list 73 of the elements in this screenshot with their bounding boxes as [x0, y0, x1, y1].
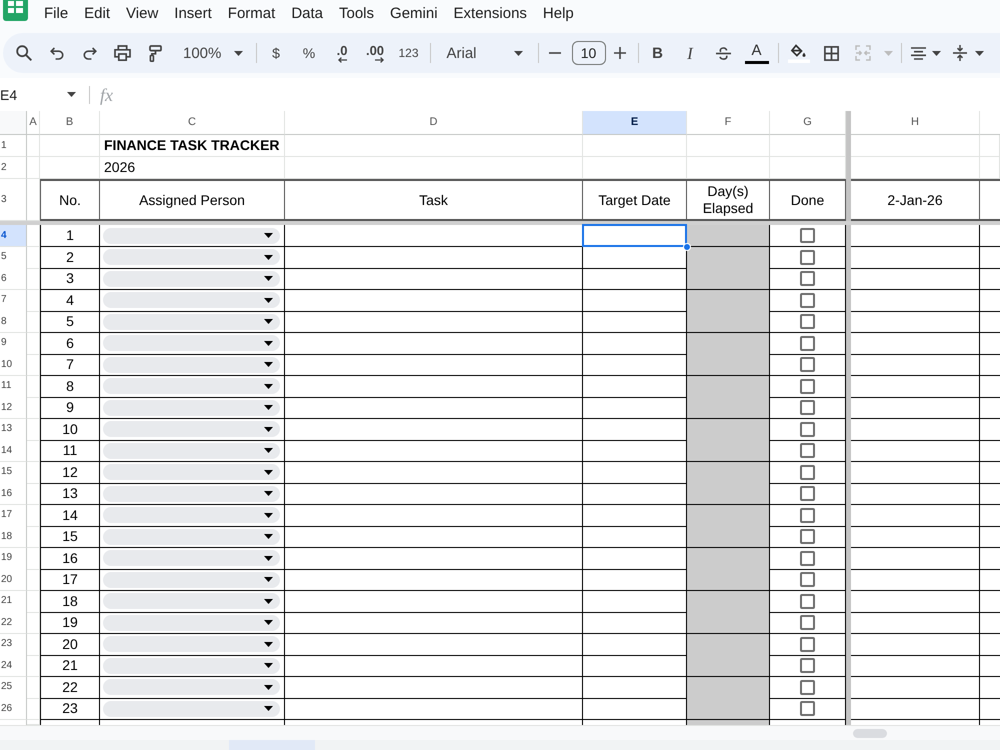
menu-item[interactable]: Extensions	[454, 6, 527, 21]
menu-item[interactable]: Help	[542, 6, 574, 21]
header-cell: Task	[285, 179, 583, 221]
zoom-dropdown[interactable]: 100%	[172, 39, 250, 67]
minus-icon	[548, 52, 560, 54]
name-box[interactable]: E4	[0, 80, 80, 108]
menu-item[interactable]: File	[44, 6, 68, 21]
table-cell: 7	[40, 354, 100, 376]
number-format-button[interactable]: 123	[392, 39, 426, 67]
table-cell: 6	[40, 332, 100, 354]
table-cell: 15	[40, 526, 100, 548]
arrow-right-icon	[375, 56, 384, 62]
table-cell: 1	[40, 225, 100, 247]
caret-icon	[932, 50, 940, 56]
table-cell: 4	[40, 290, 100, 312]
caret-icon	[67, 92, 76, 97]
strikethrough-icon	[716, 46, 730, 60]
table-cell: 13	[40, 483, 100, 505]
caret-icon	[234, 50, 244, 56]
paint-roller-icon	[149, 44, 162, 62]
menu-item[interactable]: Gemini	[390, 6, 438, 21]
printer-icon	[114, 45, 131, 61]
menu-item[interactable]: Edit	[84, 6, 110, 21]
search-icon	[16, 45, 32, 61]
sheet-title: FINANCE TASK TRACKER	[100, 135, 285, 157]
table-cell: 21	[40, 655, 100, 677]
decrease-decimal-button[interactable]: .0	[326, 39, 358, 67]
currency-button[interactable]: $	[260, 39, 292, 67]
text-color-button[interactable]: A	[740, 39, 774, 67]
table-cell: 11	[40, 440, 100, 462]
scrollbar-thumb[interactable]	[853, 728, 887, 738]
italic-button[interactable]: I	[674, 39, 706, 67]
table-cell: 3	[40, 268, 100, 290]
vertical-align-icon	[952, 45, 966, 61]
menu-item[interactable]: View	[126, 6, 158, 21]
table-cell: 8	[40, 376, 100, 398]
table-cell: 20	[40, 634, 100, 656]
merge-icon	[854, 45, 870, 61]
percent-button[interactable]: %	[292, 39, 326, 67]
menu-item[interactable]: Insert	[174, 6, 212, 21]
table-cell: 12	[40, 462, 100, 484]
table-cell: 10	[40, 418, 100, 440]
redo-icon	[82, 46, 96, 60]
table-cell: 22	[40, 676, 100, 698]
table-cell: 9	[40, 397, 100, 419]
borders-icon	[824, 46, 839, 60]
bold-button[interactable]: B	[642, 39, 674, 67]
table-cell: 23	[40, 698, 100, 720]
menu-item[interactable]: Format	[228, 6, 276, 21]
color-bar-icon	[744, 60, 768, 64]
caret-icon	[884, 50, 892, 56]
plus-icon	[614, 47, 626, 59]
table-cell: 5	[40, 311, 100, 333]
caret-icon	[514, 50, 522, 56]
table-cell: 19	[40, 612, 100, 634]
menu-item[interactable]: Data	[291, 6, 323, 21]
font-size-field[interactable]: 10	[572, 41, 606, 65]
table-cell: 16	[40, 548, 100, 570]
table-cell: 17	[40, 569, 100, 591]
undo-icon	[50, 46, 64, 60]
table-cell: 14	[40, 504, 100, 526]
table-cell: 18	[40, 590, 100, 612]
font-dropdown[interactable]: Arial	[436, 39, 530, 67]
increase-decimal-button[interactable]: .00	[358, 39, 392, 67]
paint-bucket-icon	[788, 44, 810, 62]
function-label: fx	[100, 86, 113, 104]
caret-icon	[974, 50, 984, 56]
table-cell: 2026	[100, 157, 285, 179]
align-center-icon	[910, 46, 926, 60]
spreadsheet-logo-icon[interactable]	[3, 0, 28, 21]
arrow-left-icon	[338, 56, 348, 62]
table-cell: 2	[40, 246, 100, 268]
menu-item[interactable]: Tools	[339, 6, 374, 21]
